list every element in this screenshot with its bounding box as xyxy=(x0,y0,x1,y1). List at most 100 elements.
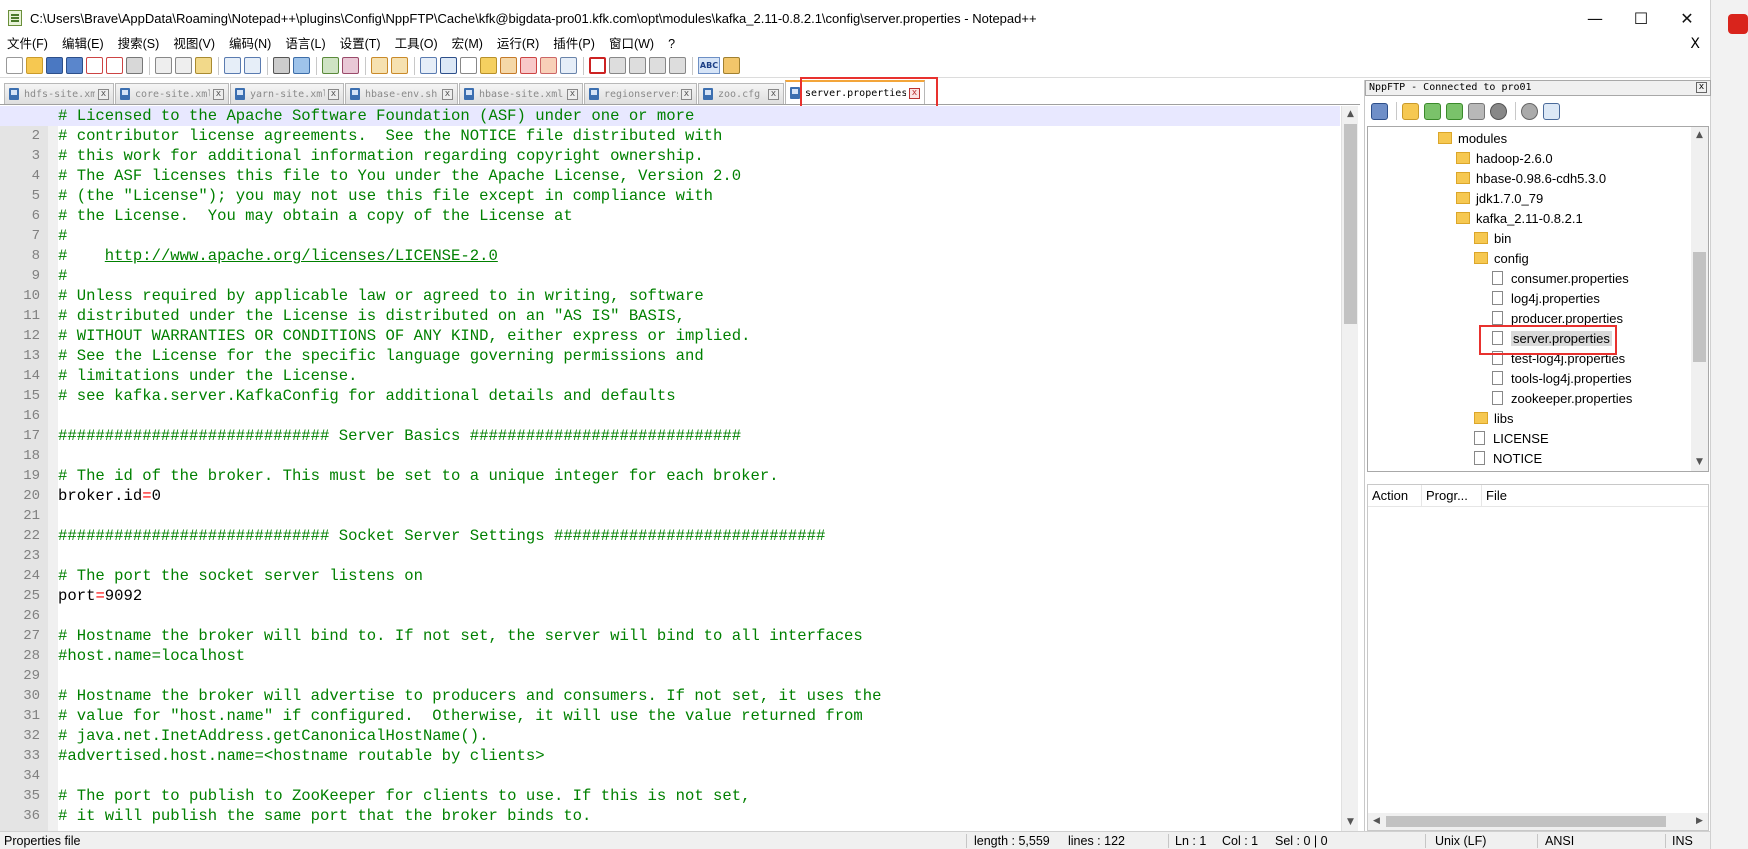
menu-language[interactable]: 语言(L) xyxy=(278,34,332,54)
close-all-icon[interactable] xyxy=(106,57,123,74)
code-line[interactable]: # value for "host.name" if configured. O… xyxy=(0,706,1340,726)
scrollbar-thumb[interactable] xyxy=(1344,124,1357,324)
message-window-icon[interactable] xyxy=(1543,102,1560,120)
tab-close-icon[interactable]: x xyxy=(442,88,453,100)
record-macro-icon[interactable] xyxy=(589,57,606,74)
menu-plugins[interactable]: 插件(P) xyxy=(546,34,602,54)
minimize-button[interactable]: — xyxy=(1572,0,1618,36)
tree-folder[interactable]: hbase-0.98.6-cdh5.3.0 xyxy=(1456,168,1606,188)
undo-icon[interactable] xyxy=(224,57,241,74)
code-line[interactable]: # The port the socket server listens on xyxy=(0,566,1340,586)
code-line[interactable]: # limitations under the License. xyxy=(0,366,1340,386)
tree-folder[interactable]: libs xyxy=(1474,408,1514,428)
scroll-down-icon[interactable]: ▼ xyxy=(1342,814,1359,831)
word-wrap-icon[interactable] xyxy=(420,57,437,74)
doc-map-icon[interactable] xyxy=(500,57,517,74)
scroll-left-icon[interactable]: ◀ xyxy=(1368,813,1385,830)
save-all-icon[interactable] xyxy=(66,57,83,74)
scroll-down-icon[interactable]: ▼ xyxy=(1691,454,1708,471)
code-line[interactable]: # Unless required by applicable law or a… xyxy=(0,286,1340,306)
code-line[interactable]: # java.net.InetAddress.getCanonicalHostN… xyxy=(0,726,1340,746)
scroll-up-icon[interactable]: ▲ xyxy=(1342,106,1359,123)
code-line[interactable]: #host.name=localhost xyxy=(0,646,1340,666)
code-line[interactable]: # The port to publish to ZooKeeper for c… xyxy=(0,786,1340,806)
play-macro-icon[interactable] xyxy=(629,57,646,74)
menu-window[interactable]: 窗口(W) xyxy=(602,34,661,54)
code-area[interactable]: # Licensed to the Apache Software Founda… xyxy=(0,106,1340,831)
tab-hbase-env[interactable]: hbase-env.sh x xyxy=(345,83,458,104)
save-icon[interactable] xyxy=(46,57,63,74)
menu-run[interactable]: 运行(R) xyxy=(490,34,546,54)
code-line[interactable]: # Licensed to the Apache Software Founda… xyxy=(0,106,1340,126)
code-line[interactable]: # contributor license agreements. See th… xyxy=(0,126,1340,146)
queue-column-action[interactable]: Action xyxy=(1368,485,1422,506)
tab-close-icon[interactable]: x xyxy=(213,88,224,100)
scroll-right-icon[interactable]: ▶ xyxy=(1691,813,1708,830)
tab-hbase-site[interactable]: hbase-site.xml x xyxy=(459,83,583,104)
tree-file[interactable]: log4j.properties xyxy=(1492,288,1600,308)
folder-workspace-icon[interactable] xyxy=(540,57,557,74)
tree-folder[interactable]: jdk1.7.0_79 xyxy=(1456,188,1543,208)
editor-vertical-scrollbar[interactable]: ▲ ▼ xyxy=(1341,106,1358,831)
code-line[interactable] xyxy=(0,766,1340,786)
tab-core-site[interactable]: core-site.xml x xyxy=(115,83,229,104)
tree-folder[interactable]: hadoop-2.6.0 xyxy=(1456,148,1553,168)
tab-close-icon[interactable]: x xyxy=(768,88,779,100)
connect-icon[interactable] xyxy=(1371,102,1388,120)
scrollbar-thumb[interactable] xyxy=(1386,816,1666,827)
tree-folder[interactable]: config xyxy=(1474,248,1529,268)
code-line[interactable]: # see kafka.server.KafkaConfig for addit… xyxy=(0,386,1340,406)
scroll-up-icon[interactable]: ▲ xyxy=(1691,127,1708,144)
save-macro-icon[interactable] xyxy=(669,57,686,74)
ftp-panel-close-button[interactable]: x xyxy=(1696,82,1707,93)
ftp-file-tree[interactable]: ▲ ▼ modules hadoop-2.6.0 hbase-0.98.6-cdh5… xyxy=(1367,126,1709,472)
code-line[interactable]: # distributed under the License is distr… xyxy=(0,306,1340,326)
code-line[interactable]: ############################# Socket Ser… xyxy=(0,526,1340,546)
editor[interactable]: 1234567891011121314151617181920212223242… xyxy=(0,106,1360,831)
udl-icon[interactable] xyxy=(480,57,497,74)
menu-encoding[interactable]: 编码(N) xyxy=(222,34,278,54)
sync-vertical-icon[interactable] xyxy=(371,57,388,74)
print-icon[interactable] xyxy=(126,57,143,74)
tab-zoo-cfg[interactable]: zoo.cfg x xyxy=(698,83,784,104)
code-line[interactable]: # The id of the broker. This must be set… xyxy=(0,466,1340,486)
queue-column-file[interactable]: File xyxy=(1482,485,1708,506)
menu-help[interactable]: ? xyxy=(661,34,682,54)
stop-macro-icon[interactable] xyxy=(609,57,626,74)
code-line[interactable]: # http://www.apache.org/licenses/LICENSE… xyxy=(0,246,1340,266)
code-line[interactable]: #advertised.host.name=<hostname routable… xyxy=(0,746,1340,766)
scrollbar-thumb[interactable] xyxy=(1693,252,1706,362)
open-directory-icon[interactable] xyxy=(1402,102,1419,120)
tab-close-icon[interactable]: x xyxy=(98,88,109,100)
code-line[interactable]: # this work for additional information r… xyxy=(0,146,1340,166)
refresh-icon[interactable] xyxy=(1468,102,1485,120)
tree-file[interactable]: LICENSE xyxy=(1474,428,1549,448)
code-line[interactable]: # it will publish the same port that the… xyxy=(0,806,1340,826)
spellcheck-icon[interactable]: ABC xyxy=(698,57,720,74)
close-file-icon[interactable] xyxy=(86,57,103,74)
menu-search[interactable]: 搜索(S) xyxy=(111,34,167,54)
code-line[interactable]: port=9092 xyxy=(0,586,1340,606)
tree-file[interactable]: zookeeper.properties xyxy=(1492,388,1632,408)
status-eol[interactable]: Unix (LF) xyxy=(1435,832,1486,849)
code-line[interactable]: # the License. You may obtain a copy of … xyxy=(0,206,1340,226)
menu-view[interactable]: 视图(V) xyxy=(166,34,222,54)
monitoring-icon[interactable] xyxy=(560,57,577,74)
code-line[interactable] xyxy=(0,666,1340,686)
queue-column-progress[interactable]: Progr... xyxy=(1422,485,1482,506)
maximize-button[interactable]: ☐ xyxy=(1618,0,1664,36)
show-all-characters-icon[interactable] xyxy=(440,57,457,74)
paste-icon[interactable] xyxy=(195,57,212,74)
replace-icon[interactable] xyxy=(293,57,310,74)
status-encoding[interactable]: ANSI xyxy=(1545,832,1574,849)
tree-folder[interactable]: bin xyxy=(1474,228,1511,248)
find-icon[interactable] xyxy=(273,57,290,74)
code-line[interactable]: # Hostname the broker will bind to. If n… xyxy=(0,626,1340,646)
copy-icon[interactable] xyxy=(175,57,192,74)
tree-vertical-scrollbar[interactable]: ▲ ▼ xyxy=(1691,127,1708,471)
cut-icon[interactable] xyxy=(155,57,172,74)
code-line[interactable] xyxy=(0,446,1340,466)
code-line[interactable] xyxy=(0,506,1340,526)
code-line[interactable] xyxy=(0,546,1340,566)
code-line[interactable] xyxy=(0,406,1340,426)
